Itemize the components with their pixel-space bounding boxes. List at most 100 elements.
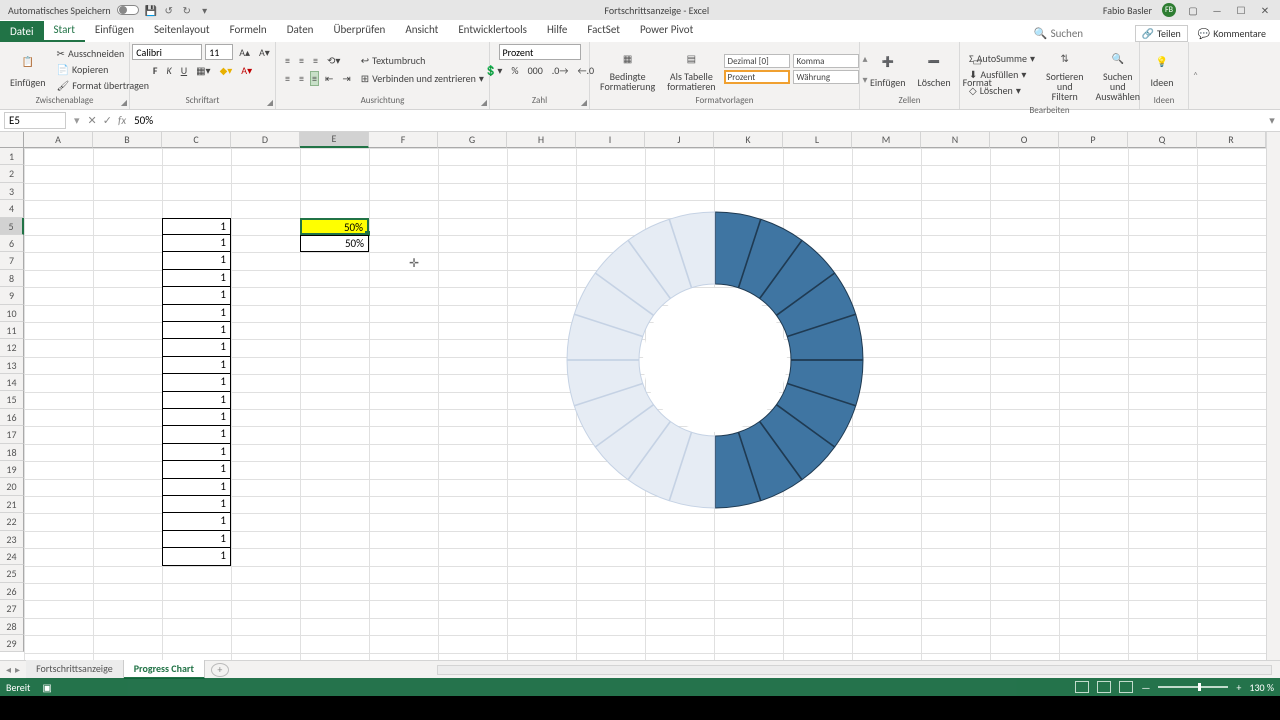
row-header-19[interactable]: 19 (0, 461, 24, 478)
number-dialog-icon[interactable]: ◢ (581, 98, 587, 108)
cell-C11[interactable]: 1 (162, 322, 231, 339)
column-header-A[interactable]: A (24, 132, 93, 148)
cell-C13[interactable]: 1 (162, 357, 231, 374)
row-header-29[interactable]: 29 (0, 635, 24, 652)
tab-einfügen[interactable]: Einfügen (85, 19, 144, 42)
cell-E5[interactable]: 50% (300, 218, 369, 235)
tab-ansicht[interactable]: Ansicht (395, 19, 448, 42)
column-header-M[interactable]: M (852, 132, 921, 148)
column-header-L[interactable]: L (783, 132, 852, 148)
row-header-3[interactable]: 3 (0, 183, 24, 200)
progress-donut-chart[interactable] (555, 200, 875, 520)
row-header-21[interactable]: 21 (0, 496, 24, 513)
column-header-R[interactable]: R (1197, 132, 1266, 148)
bold-button[interactable]: F (150, 63, 161, 78)
tab-hilfe[interactable]: Hilfe (537, 19, 577, 42)
row-header-5[interactable]: 5 (0, 218, 24, 235)
row-header-25[interactable]: 25 (0, 565, 24, 582)
autosave-toggle[interactable] (117, 5, 139, 15)
add-sheet-button[interactable]: + (211, 663, 229, 677)
percent-format-icon[interactable]: % (508, 63, 521, 78)
align-center-icon[interactable]: ≡ (296, 71, 307, 86)
cell-E6[interactable]: 50% (300, 235, 369, 252)
decrease-font-icon[interactable]: A▾ (256, 45, 273, 60)
column-header-K[interactable]: K (714, 132, 783, 148)
insert-cells-button[interactable]: ➕Einfügen (866, 48, 910, 91)
cell-C9[interactable]: 1 (162, 287, 231, 304)
cell-C5[interactable]: 1 (162, 218, 231, 235)
increase-indent-icon[interactable]: ⇥ (339, 71, 353, 86)
cell-C10[interactable]: 1 (162, 305, 231, 322)
align-middle-icon[interactable]: ≡ (296, 53, 307, 68)
font-size-input[interactable] (205, 44, 233, 60)
select-all-corner[interactable] (0, 132, 24, 148)
tab-entwicklertools[interactable]: Entwicklertools (448, 19, 537, 42)
vertical-scrollbar[interactable] (1266, 132, 1280, 660)
cell-C21[interactable]: 1 (162, 496, 231, 513)
row-header-26[interactable]: 26 (0, 583, 24, 600)
row-header-17[interactable]: 17 (0, 426, 24, 443)
font-dialog-icon[interactable]: ◢ (267, 98, 273, 108)
row-header-13[interactable]: 13 (0, 357, 24, 374)
share-button[interactable]: 🔗 Teilen (1135, 25, 1188, 42)
zoom-out-icon[interactable]: — (1141, 681, 1150, 694)
name-box[interactable] (4, 112, 66, 129)
increase-font-icon[interactable]: A▴ (236, 45, 253, 60)
align-top-icon[interactable]: ≡ (282, 53, 293, 68)
row-header-4[interactable]: 4 (0, 200, 24, 217)
column-header-C[interactable]: C (162, 132, 231, 148)
tab-überprüfen[interactable]: Überprüfen (323, 19, 395, 42)
cell-C17[interactable]: 1 (162, 426, 231, 443)
cell-C12[interactable]: 1 (162, 339, 231, 356)
clipboard-dialog-icon[interactable]: ◢ (121, 98, 127, 108)
tab-factset[interactable]: FactSet (577, 19, 630, 42)
row-header-7[interactable]: 7 (0, 252, 24, 269)
clear-button[interactable]: ◇ Löschen ▾ (966, 83, 1038, 98)
font-name-input[interactable] (132, 44, 202, 60)
number-format-select[interactable] (499, 44, 581, 60)
cell-style-percent[interactable]: Prozent (724, 70, 790, 84)
expand-formula-bar-icon[interactable]: ▾ (1264, 114, 1280, 127)
collapse-ribbon-icon[interactable]: ˄ (1188, 42, 1202, 109)
column-header-P[interactable]: P (1059, 132, 1128, 148)
fx-icon[interactable]: fx (118, 114, 126, 127)
sheet-nav-prev-icon[interactable]: ◂ (6, 663, 11, 676)
column-header-O[interactable]: O (990, 132, 1059, 148)
cell-C23[interactable]: 1 (162, 531, 231, 548)
minimize-icon[interactable]: — (1210, 3, 1224, 17)
fill-color-button[interactable]: ◆▾ (217, 63, 236, 78)
comments-button[interactable]: 💬 Kommentare (1192, 26, 1272, 41)
row-header-28[interactable]: 28 (0, 618, 24, 635)
cell-C16[interactable]: 1 (162, 409, 231, 426)
row-header-22[interactable]: 22 (0, 513, 24, 530)
normal-view-icon[interactable] (1075, 681, 1089, 693)
find-select-button[interactable]: 🔍Suchen und Auswählen (1092, 44, 1145, 104)
fill-button[interactable]: ⬇ Ausfüllen ▾ (966, 67, 1038, 82)
tab-seitenlayout[interactable]: Seitenlayout (144, 19, 220, 42)
autosum-button[interactable]: Σ AutoSumme ▾ (966, 51, 1038, 66)
increase-decimal-icon[interactable]: .0→ (549, 63, 572, 78)
cell-C14[interactable]: 1 (162, 374, 231, 391)
redo-icon[interactable]: ↻ (181, 4, 193, 16)
align-bottom-icon[interactable]: ≡ (310, 53, 321, 68)
cell-style-comma[interactable]: Komma (793, 54, 859, 68)
cell-C22[interactable]: 1 (162, 513, 231, 530)
undo-icon[interactable]: ↺ (163, 4, 175, 16)
row-header-27[interactable]: 27 (0, 600, 24, 617)
wrap-text-button[interactable]: ↩ Textumbruch (358, 53, 487, 68)
tab-power pivot[interactable]: Power Pivot (630, 19, 703, 42)
sheet-tab-progress-chart[interactable]: Progress Chart (124, 660, 205, 679)
format-as-table-button[interactable]: ▤ Als Tabelle formatieren (663, 44, 719, 94)
cell-C24[interactable]: 1 (162, 548, 231, 565)
close-icon[interactable]: ✕ (1258, 3, 1272, 17)
tab-file[interactable]: Datei (0, 21, 44, 42)
alignment-dialog-icon[interactable]: ◢ (481, 98, 487, 108)
zoom-level[interactable]: 130 % (1249, 681, 1274, 694)
row-header-11[interactable]: 11 (0, 322, 24, 339)
align-right-icon[interactable]: ≡ (310, 71, 319, 86)
cell-C20[interactable]: 1 (162, 479, 231, 496)
cancel-formula-icon[interactable]: ✕ (88, 114, 97, 127)
column-header-N[interactable]: N (921, 132, 990, 148)
row-header-15[interactable]: 15 (0, 391, 24, 408)
column-header-I[interactable]: I (576, 132, 645, 148)
